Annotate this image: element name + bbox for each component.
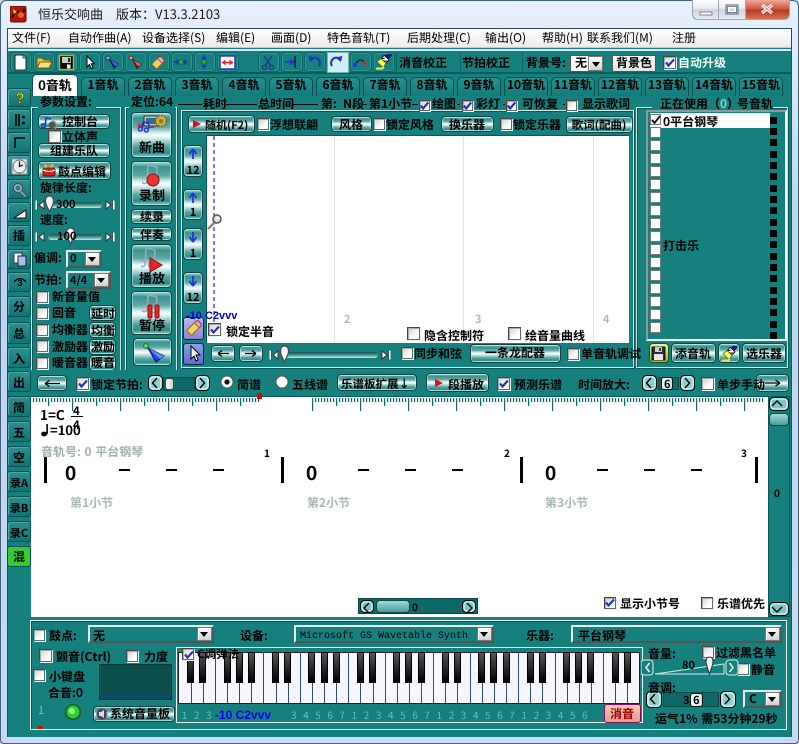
svg-text:?: ? bbox=[15, 90, 24, 106]
svg-text:3: 3 bbox=[17, 278, 22, 288]
